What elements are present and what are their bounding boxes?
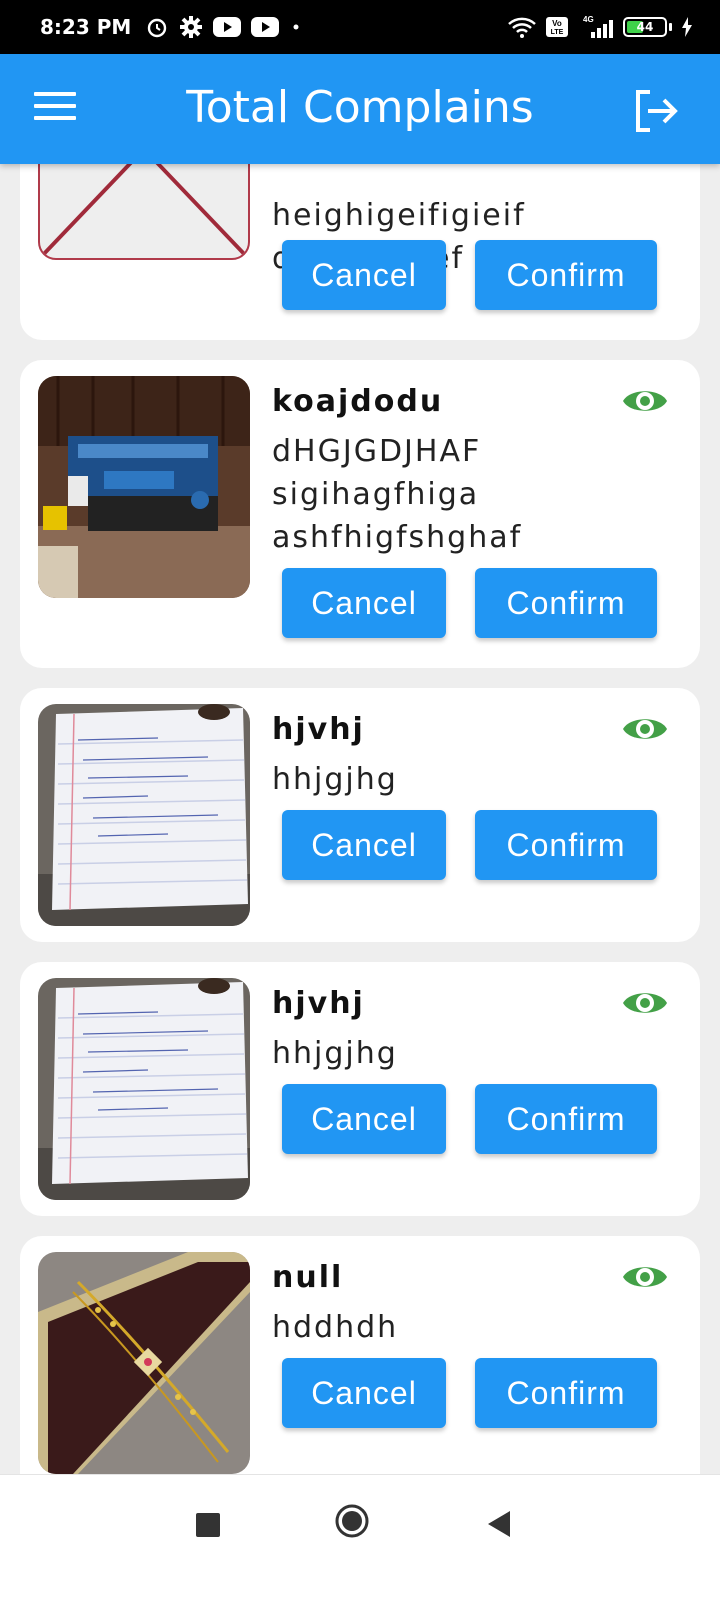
- complaint-card: null hddhdh Cancel Confirm: [20, 1236, 700, 1474]
- confirm-button[interactable]: Confirm: [475, 240, 657, 310]
- eye-icon[interactable]: [622, 712, 668, 746]
- volte-icon: VoLTE: [546, 17, 568, 37]
- bracelet-photo: [38, 1252, 250, 1474]
- status-bar: 8:23 PM Vo LTE 4G 44: [0, 0, 720, 54]
- notebook-photo: [38, 978, 250, 1200]
- confirm-button[interactable]: Confirm: [475, 1084, 657, 1154]
- alarm-icon: [148, 18, 167, 38]
- status-time: 8:23 PM: [40, 15, 132, 39]
- complaint-description: dHGJGDJHAF sigihagfhiga ashfhigfshghaf: [272, 434, 523, 555]
- cancel-button[interactable]: Cancel: [282, 1084, 446, 1154]
- complaint-title: koajdodu: [272, 384, 444, 419]
- svg-text:Vo: Vo: [552, 19, 562, 28]
- recents-icon[interactable]: [196, 1513, 220, 1537]
- home-icon[interactable]: [334, 1503, 370, 1539]
- confirm-button[interactable]: Confirm: [475, 568, 657, 638]
- cancel-button[interactable]: Cancel: [282, 240, 446, 310]
- cancel-button[interactable]: Cancel: [282, 568, 446, 638]
- complaint-card: hjvhj hhjgjhg Cancel Confirm: [20, 962, 700, 1216]
- eye-icon[interactable]: [622, 384, 668, 418]
- confirm-button[interactable]: Confirm: [475, 1358, 657, 1428]
- printer-photo: [38, 376, 250, 598]
- battery-level: 44: [636, 20, 654, 34]
- complaint-title: hjvhj: [272, 712, 365, 747]
- complaint-card: hjvhj hhjgjhg Cancel Confirm: [20, 688, 700, 942]
- logout-icon[interactable]: [630, 86, 680, 136]
- complaint-description: hddhdh: [272, 1310, 399, 1345]
- signal-icon: 4G: [583, 15, 613, 38]
- back-icon[interactable]: [486, 1509, 512, 1539]
- charging-icon: [682, 17, 692, 37]
- navigation-bar: [0, 1474, 720, 1600]
- battery-icon: 44: [623, 17, 667, 37]
- complaint-description: hhjgjhg: [272, 1036, 398, 1071]
- page-title: Total Complains: [186, 82, 534, 133]
- complaint-description: hhjgjhg: [272, 762, 398, 797]
- complaint-card: koajdodu dHGJGDJHAF sigihagfhiga ashfhig…: [20, 360, 700, 668]
- wifi-icon: [508, 17, 536, 38]
- notebook-photo: [38, 704, 250, 926]
- dot-icon: [293, 24, 299, 30]
- eye-icon[interactable]: [622, 986, 668, 1020]
- eye-icon[interactable]: [622, 1260, 668, 1294]
- complaints-list[interactable]: heighigeifigieif qihihfihqief Cancel Con…: [0, 54, 720, 1474]
- gear-icon: [180, 16, 203, 38]
- svg-text:LTE: LTE: [551, 29, 564, 36]
- cancel-button[interactable]: Cancel: [282, 810, 446, 880]
- youtube-icon: [213, 17, 242, 37]
- battery-tip: [669, 23, 672, 31]
- complaint-title: hjvhj: [272, 986, 365, 1021]
- app-bar: Total Complains: [0, 54, 720, 164]
- complaint-title: null: [272, 1260, 344, 1295]
- cancel-button[interactable]: Cancel: [282, 1358, 446, 1428]
- confirm-button[interactable]: Confirm: [475, 810, 657, 880]
- youtube-icon: [251, 17, 280, 37]
- svg-text:4G: 4G: [583, 15, 594, 24]
